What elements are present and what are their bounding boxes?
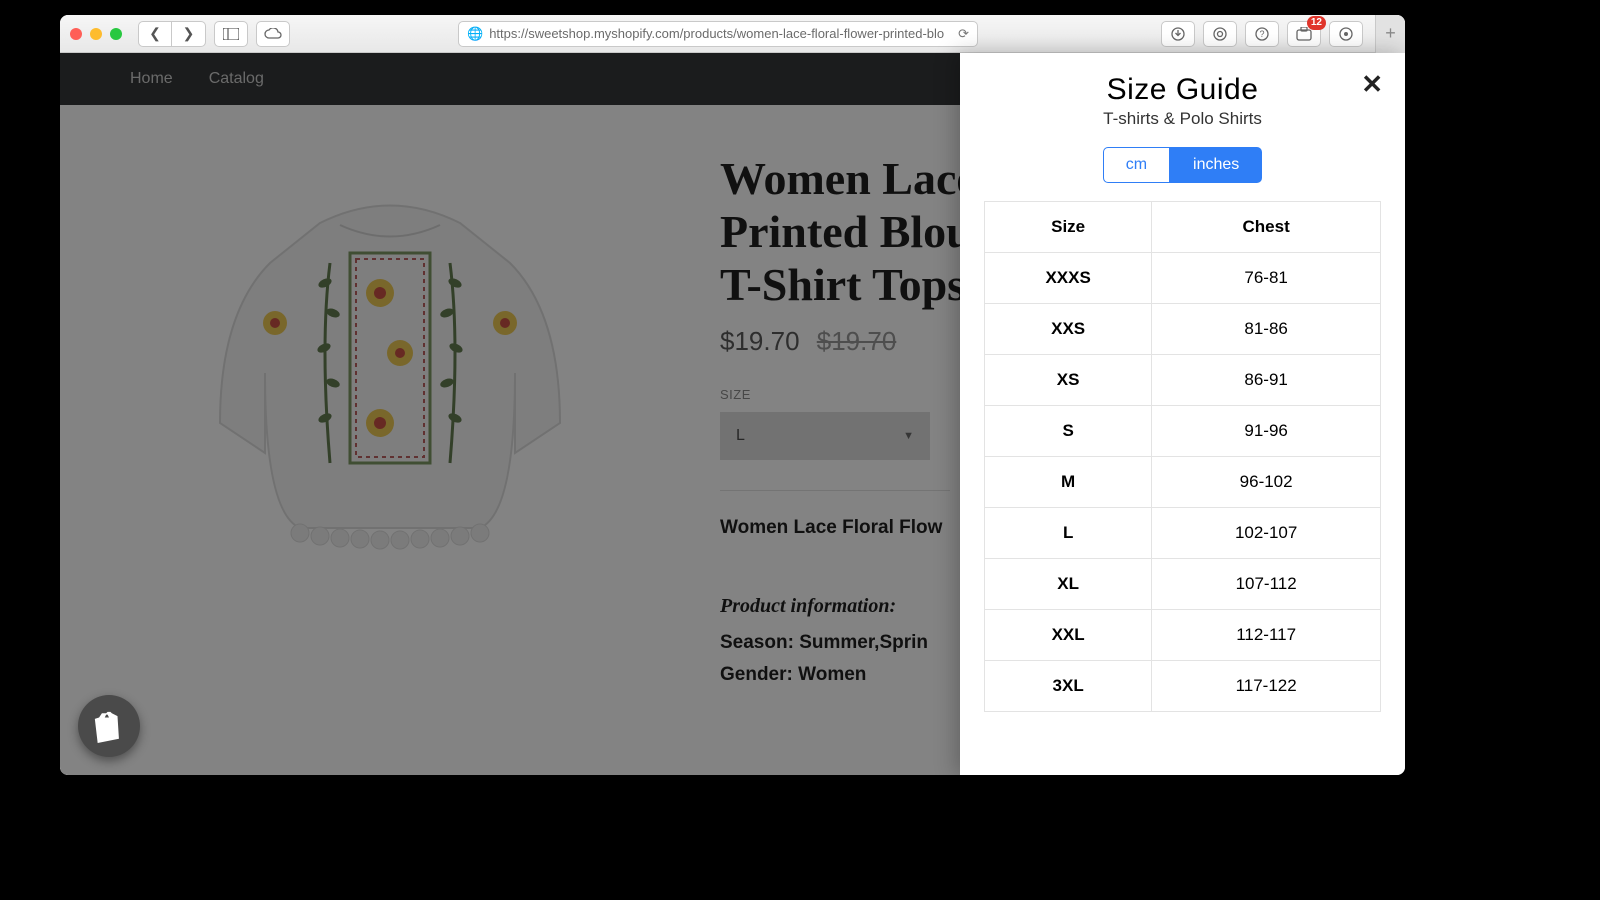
table-row: XXL112-117 [985,610,1381,661]
chest-cell: 102-107 [1152,508,1381,559]
shopify-chat-button[interactable] [78,695,140,757]
size-cell: L [985,508,1152,559]
table-row: M96-102 [985,457,1381,508]
window-controls [70,28,122,40]
url-field[interactable]: 🌐 https://sweetshop.myshopify.com/produc… [458,21,978,47]
table-row: S91-96 [985,406,1381,457]
col-chest: Chest [1152,202,1381,253]
unit-cm-button[interactable]: cm [1103,147,1170,183]
chest-cell: 112-117 [1152,610,1381,661]
maximize-window-icon[interactable] [110,28,122,40]
privacy-button[interactable] [1203,21,1237,47]
svg-text:?: ? [1259,29,1264,39]
forward-button[interactable]: ❯ [172,21,206,47]
size-cell: M [985,457,1152,508]
chest-cell: 81-86 [1152,304,1381,355]
shopify-icon [92,709,126,743]
size-cell: XXS [985,304,1152,355]
size-cell: S [985,406,1152,457]
size-table: Size Chest XXXS76-81XXS81-86XS86-91S91-9… [984,201,1381,712]
cloud-tabs-button[interactable] [256,21,290,47]
close-button[interactable]: ✕ [1361,69,1383,100]
sidebar-button[interactable] [214,21,248,47]
extension-button[interactable]: 12 [1287,21,1321,47]
help-button[interactable]: ? [1245,21,1279,47]
chest-cell: 117-122 [1152,661,1381,712]
close-window-icon[interactable] [70,28,82,40]
nav-group: ❮ ❯ [138,21,206,47]
chest-cell: 107-112 [1152,559,1381,610]
reload-icon[interactable]: ⟳ [958,26,969,42]
globe-icon: 🌐 [467,26,483,42]
chest-cell: 91-96 [1152,406,1381,457]
size-guide-panel: ✕ Size Guide T-shirts & Polo Shirts cm i… [960,53,1405,775]
unit-toggle: cm inches [984,147,1381,183]
size-cell: 3XL [985,661,1152,712]
minimize-window-icon[interactable] [90,28,102,40]
downloads-button[interactable] [1161,21,1195,47]
panel-title: Size Guide [984,73,1381,107]
col-size: Size [985,202,1152,253]
table-row: XS86-91 [985,355,1381,406]
new-tab-button[interactable]: + [1375,15,1405,53]
page-content: Home Catalog [60,53,1405,775]
table-row: XXS81-86 [985,304,1381,355]
table-row: L102-107 [985,508,1381,559]
unit-inches-button[interactable]: inches [1170,147,1262,183]
titlebar: ❮ ❯ 🌐 https://sweetshop.myshopify.com/pr… [60,15,1405,53]
chest-cell: 86-91 [1152,355,1381,406]
url-text: https://sweetshop.myshopify.com/products… [489,26,944,41]
extension-badge: 12 [1307,16,1326,30]
back-button[interactable]: ❮ [138,21,172,47]
size-cell: XS [985,355,1152,406]
panel-subtitle: T-shirts & Polo Shirts [984,109,1381,129]
settings-button[interactable] [1329,21,1363,47]
table-row: 3XL117-122 [985,661,1381,712]
browser-window: ❮ ❯ 🌐 https://sweetshop.myshopify.com/pr… [60,15,1405,775]
table-row: XXXS76-81 [985,253,1381,304]
chest-cell: 76-81 [1152,253,1381,304]
size-cell: XXXS [985,253,1152,304]
size-cell: XXL [985,610,1152,661]
chest-cell: 96-102 [1152,457,1381,508]
table-row: XL107-112 [985,559,1381,610]
size-cell: XL [985,559,1152,610]
